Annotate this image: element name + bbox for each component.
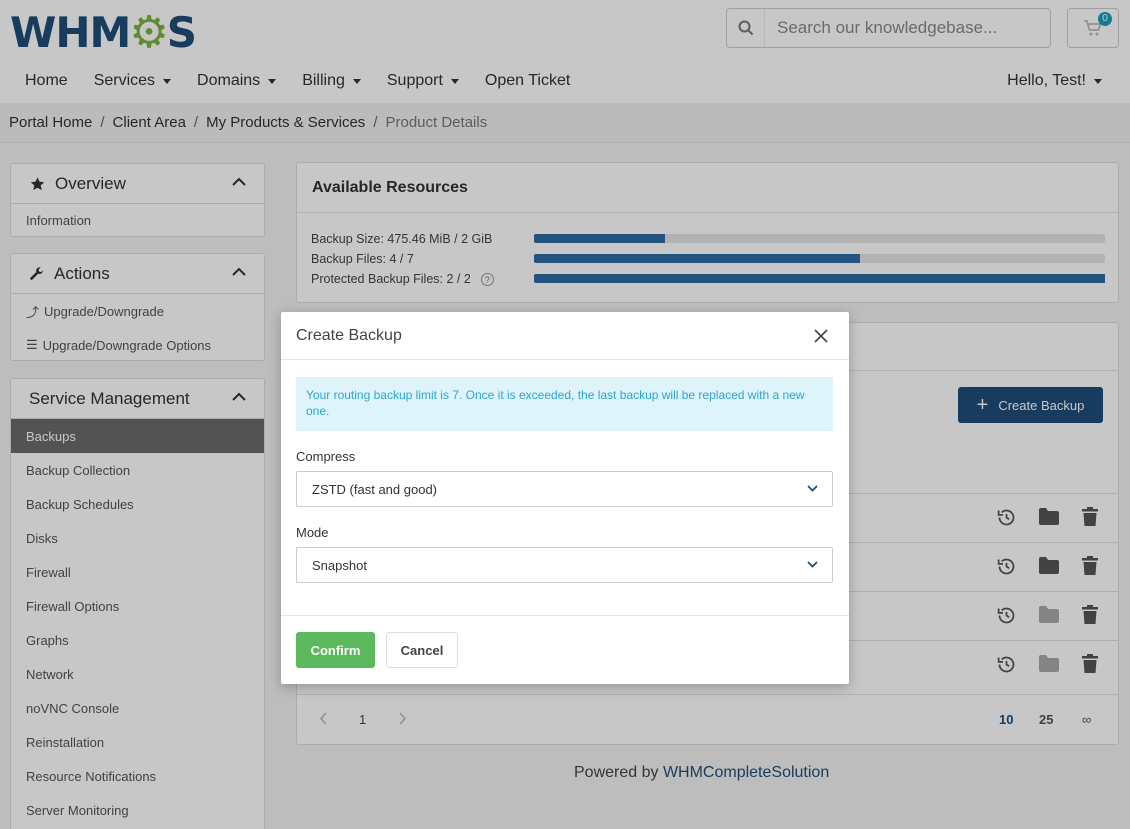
compress-label: Compress	[296, 449, 356, 464]
mode-label: Mode	[296, 525, 329, 540]
close-icon[interactable]	[813, 328, 829, 344]
compress-select[interactable]: ZSTD (fast and good)	[296, 471, 833, 507]
chevron-down-icon	[807, 561, 818, 568]
modal-title: Create Backup	[296, 326, 402, 344]
chevron-down-icon	[807, 485, 818, 492]
cancel-button[interactable]: Cancel	[386, 632, 458, 668]
modal-footer-divider	[281, 615, 849, 616]
mode-selected-value: Snapshot	[312, 557, 367, 573]
mode-select[interactable]: Snapshot	[296, 547, 833, 583]
confirm-button[interactable]: Confirm	[296, 632, 375, 668]
modal-header: Create Backup	[281, 312, 849, 360]
compress-selected-value: ZSTD (fast and good)	[312, 481, 437, 497]
backup-limit-alert: Your routing backup limit is 7. Once it …	[296, 377, 833, 431]
create-backup-modal: Create Backup Your routing backup limit …	[281, 312, 849, 684]
